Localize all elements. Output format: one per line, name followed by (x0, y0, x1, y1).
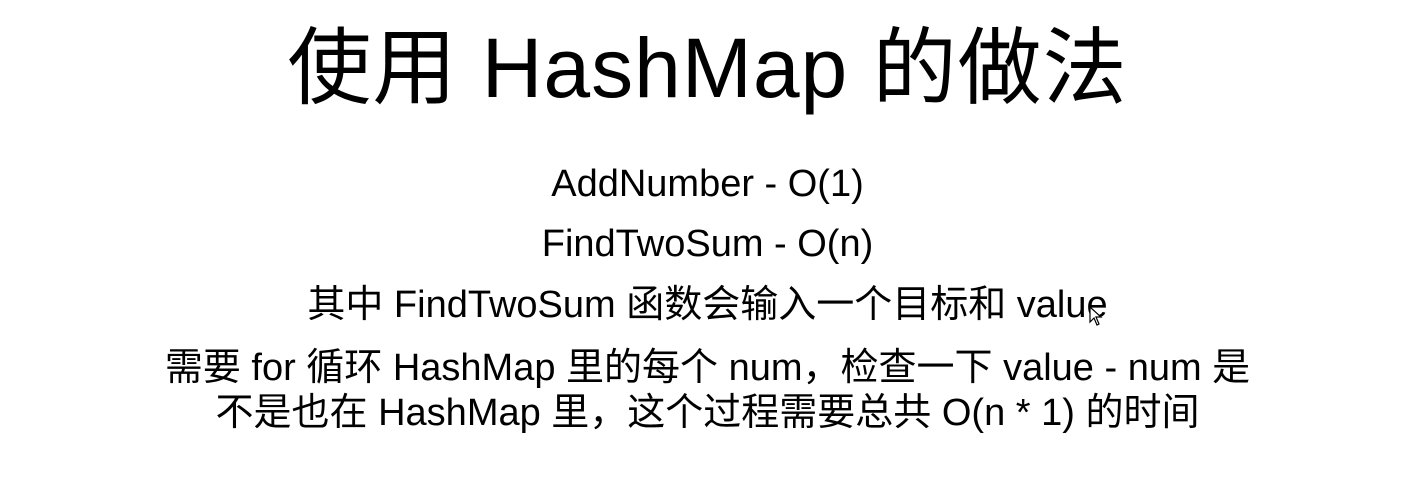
slide-title: 使用 HashMap 的做法 (287, 21, 1128, 115)
text-line-find-two-sum: FindTwoSum - O(n) (541, 223, 874, 265)
slide: 使用 HashMap 的做法 AddNumber - O(1) FindTwoS… (0, 0, 1415, 479)
text-line-explanation-1: 需要 for 循环 HashMap 里的每个 num，检查一下 value - … (164, 347, 1251, 389)
text-line-explanation-2: 不是也在 HashMap 里，这个过程需要总共 O(n * 1) 的时间 (215, 392, 1200, 434)
text-line-add-number: AddNumber - O(1) (551, 163, 864, 205)
mouse-pointer-icon (1089, 306, 1103, 326)
text-line-description: 其中 FindTwoSum 函数会输入一个目标和 value (307, 284, 1108, 326)
